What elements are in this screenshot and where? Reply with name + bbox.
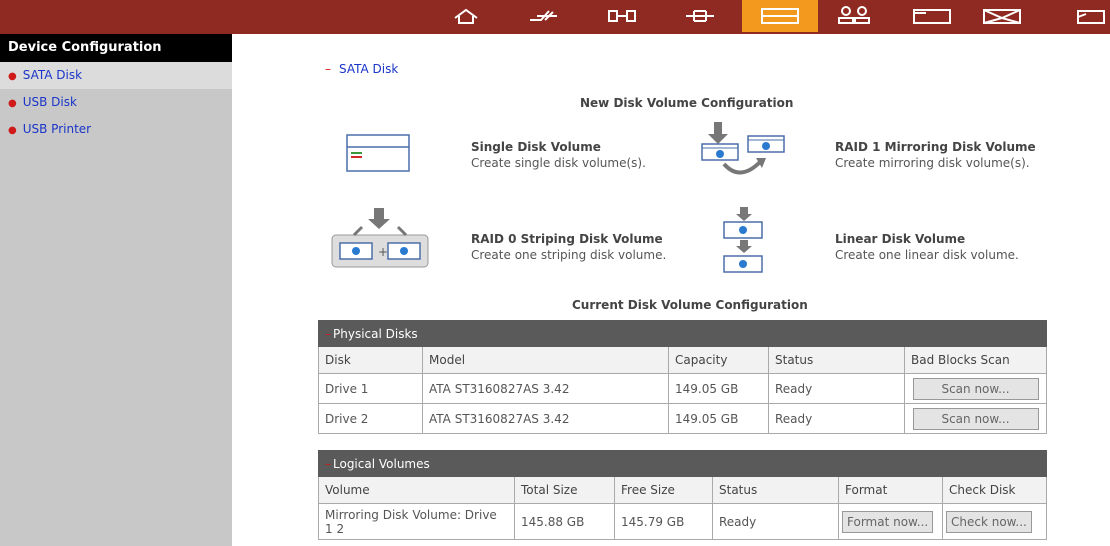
- cell-total-size: 145.88 GB: [514, 503, 615, 540]
- cell-status: Ready: [768, 403, 905, 434]
- folder-icon[interactable]: [906, 0, 958, 32]
- cell-model: ATA ST3160827AS 3.42: [422, 373, 669, 404]
- collapse-icon[interactable]: –: [325, 62, 331, 76]
- cell-format: Format now...: [838, 503, 943, 540]
- collapse-icon[interactable]: –: [325, 327, 331, 341]
- linear-disk-option[interactable]: Linear Disk Volume Create one linear dis…: [835, 232, 1019, 262]
- table-row: Drive 2 ATA ST3160827AS 3.42 149.05 GB R…: [318, 403, 1047, 434]
- sidebar-item-label: USB Printer: [22, 122, 92, 136]
- collapse-icon[interactable]: –: [325, 457, 331, 471]
- cell-volume: Mirroring Disk Volume: Drive 1 2: [318, 503, 515, 540]
- check-now-button[interactable]: Check now...: [946, 510, 1032, 533]
- cell-capacity: 149.05 GB: [668, 403, 769, 434]
- sidebar-item-usb-printer[interactable]: ● USB Printer: [0, 116, 232, 143]
- top-nav-bar: [0, 0, 1110, 34]
- physical-disks-table: – Physical Disks Disk Model Capacity Stat…: [318, 320, 1047, 434]
- users-icon[interactable]: [828, 0, 880, 32]
- table-row: Mirroring Disk Volume: Drive 1 2 145.88 …: [318, 503, 1047, 540]
- raid0-striping-option[interactable]: RAID 0 Striping Disk Volume Create one s…: [471, 232, 666, 262]
- bullet-icon: ●: [8, 71, 17, 82]
- sidebar-header: Device Configuration: [0, 34, 232, 62]
- new-config-heading: New Disk Volume Configuration: [580, 96, 794, 110]
- linear-disk-icon[interactable]: [722, 206, 766, 279]
- single-disk-volume-icon[interactable]: [346, 134, 410, 175]
- cell-check-disk: Check now...: [942, 503, 1047, 540]
- sidebar: Device Configuration ● SATA Disk ● USB Dis…: [0, 34, 232, 546]
- bullet-icon: ●: [8, 98, 17, 109]
- table-title: Logical Volumes: [333, 456, 430, 471]
- option-desc: Create single disk volume(s).: [471, 156, 646, 170]
- option-desc: Create one linear disk volume.: [835, 248, 1019, 262]
- table-title: Physical Disks: [333, 326, 418, 341]
- cell-status: Ready: [712, 503, 839, 540]
- scan-now-button[interactable]: Scan now...: [912, 407, 1039, 430]
- sidebar-item-sata-disk[interactable]: ● SATA Disk: [0, 62, 232, 89]
- col-volume: Volume: [318, 476, 515, 504]
- col-status: Status: [768, 346, 905, 374]
- table-row: Drive 1 ATA ST3160827AS 3.42 149.05 GB R…: [318, 373, 1047, 404]
- sidebar-item-label: USB Disk: [22, 95, 77, 109]
- option-title: RAID 0 Striping Disk Volume: [471, 232, 663, 246]
- section-title-label: SATA Disk: [339, 62, 399, 76]
- col-free-size: Free Size: [614, 476, 713, 504]
- option-desc: Create one striping disk volume.: [471, 248, 667, 262]
- service-icon[interactable]: [674, 0, 726, 32]
- col-bad-blocks-scan: Bad Blocks Scan: [904, 346, 1047, 374]
- cell-status: Ready: [768, 373, 905, 404]
- logical-volumes-table: – Logical Volumes Volume Total Size Free …: [318, 450, 1047, 540]
- logical-volumes-header[interactable]: – Logical Volumes: [318, 450, 1047, 477]
- svg-text:+: +: [378, 245, 388, 259]
- option-title: Single Disk Volume: [471, 140, 601, 154]
- sidebar-item-label: SATA Disk: [22, 68, 83, 82]
- option-desc: Create mirroring disk volume(s).: [835, 156, 1030, 170]
- option-title: Linear Disk Volume: [835, 232, 966, 246]
- cell-free-size: 145.79 GB: [614, 503, 713, 540]
- col-total-size: Total Size: [514, 476, 615, 504]
- col-status: Status: [712, 476, 839, 504]
- network-icon[interactable]: [596, 0, 648, 32]
- disk-icon[interactable]: [742, 0, 818, 32]
- col-model: Model: [422, 346, 669, 374]
- cell-capacity: 149.05 GB: [668, 373, 769, 404]
- bullet-icon: ●: [8, 125, 17, 136]
- col-format: Format: [838, 476, 943, 504]
- tools-icon[interactable]: [518, 0, 570, 32]
- col-capacity: Capacity: [668, 346, 769, 374]
- home-icon[interactable]: [440, 0, 492, 32]
- physical-disks-header[interactable]: – Physical Disks: [318, 320, 1047, 347]
- raid1-mirroring-option[interactable]: RAID 1 Mirroring Disk Volume Create mirr…: [835, 140, 1036, 170]
- raid0-striping-icon[interactable]: +: [330, 207, 430, 272]
- col-disk: Disk: [318, 346, 423, 374]
- scan-now-button[interactable]: Scan now...: [912, 377, 1039, 400]
- mail-icon[interactable]: [976, 0, 1028, 32]
- cell-disk: Drive 1: [318, 373, 423, 404]
- option-title: RAID 1 Mirroring Disk Volume: [835, 140, 1036, 154]
- section-title[interactable]: – SATA Disk: [325, 62, 398, 76]
- more-icon[interactable]: [1062, 0, 1110, 32]
- cell-action: Scan now...: [904, 373, 1047, 404]
- format-now-button[interactable]: Format now...: [842, 510, 934, 533]
- cell-disk: Drive 2: [318, 403, 423, 434]
- sidebar-item-usb-disk[interactable]: ● USB Disk: [0, 89, 232, 116]
- single-disk-volume-option[interactable]: Single Disk Volume Create single disk vo…: [471, 140, 646, 170]
- col-check-disk: Check Disk: [942, 476, 1047, 504]
- cell-action: Scan now...: [904, 403, 1047, 434]
- raid1-mirroring-icon[interactable]: [700, 120, 786, 185]
- current-config-heading: Current Disk Volume Configuration: [572, 298, 808, 312]
- cell-model: ATA ST3160827AS 3.42: [422, 403, 669, 434]
